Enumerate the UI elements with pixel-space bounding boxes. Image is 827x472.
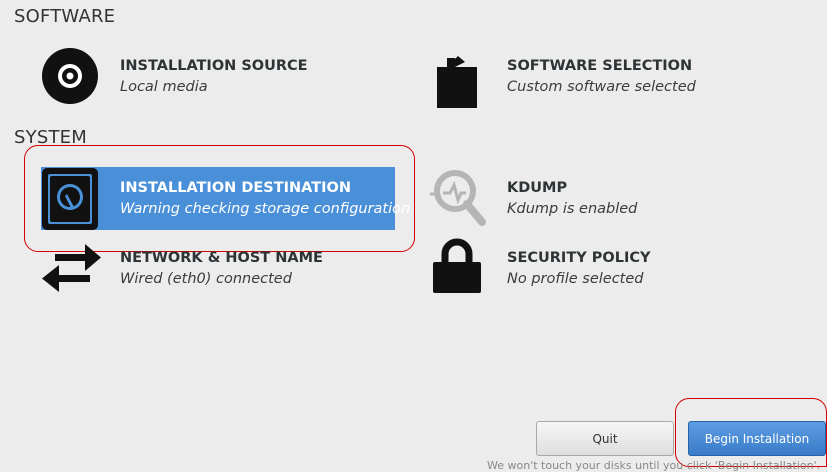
security-policy-status: No profile selected: [507, 271, 644, 287]
installation-destination-annotation-outline: [24, 145, 415, 252]
lock-icon: [428, 238, 488, 298]
installation-source-status: Local media: [120, 79, 208, 95]
begin-installation-annotation-outline: [675, 398, 827, 467]
network-arrows-icon: [41, 238, 101, 298]
security-policy-spoke[interactable]: SECURITY POLICY No profile selected: [428, 238, 748, 298]
security-policy-title: SECURITY POLICY: [507, 250, 651, 266]
kdump-status: Kdump is enabled: [507, 201, 638, 217]
software-selection-status: Custom software selected: [507, 79, 696, 95]
footnote-text: We won't touch your disks until you clic…: [487, 459, 821, 472]
software-section-title: SOFTWARE: [14, 6, 116, 27]
software-selection-spoke[interactable]: SOFTWARE SELECTION Custom software selec…: [428, 47, 748, 108]
disc-icon: [41, 47, 101, 107]
kdump-title: KDUMP: [507, 180, 568, 196]
installation-source-spoke[interactable]: INSTALLATION SOURCE Local media: [41, 47, 381, 107]
package-icon: [428, 47, 488, 108]
network-hostname-status: Wired (eth0) connected: [120, 271, 292, 287]
quit-button[interactable]: Quit: [536, 421, 674, 456]
software-selection-title: SOFTWARE SELECTION: [507, 58, 693, 74]
network-hostname-spoke[interactable]: NETWORK & HOST NAME Wired (eth0) connect…: [41, 238, 381, 298]
kdump-spoke[interactable]: KDUMP Kdump is enabled: [428, 168, 748, 228]
installation-source-title: INSTALLATION SOURCE: [120, 58, 308, 74]
magnifier-icon: [428, 168, 488, 228]
network-hostname-title: NETWORK & HOST NAME: [120, 250, 323, 266]
